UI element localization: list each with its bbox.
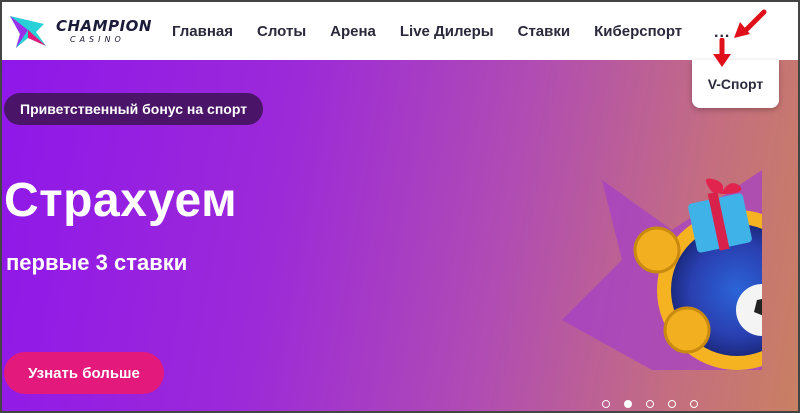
welcome-bonus-badge: Приветственный бонус на спорт	[4, 93, 264, 125]
main-nav: Главная Слоты Арена Live Дилеры Ставки К…	[172, 2, 706, 60]
carousel-dot[interactable]	[602, 400, 610, 408]
nav-item-esports[interactable]: Киберспорт	[594, 23, 682, 40]
carousel-dot-active[interactable]	[624, 400, 632, 408]
nav-item-home[interactable]: Главная	[172, 23, 233, 40]
logo[interactable]: CHAMPION CASINO	[6, 12, 156, 50]
dropdown-item-v-sport[interactable]: V-Спорт	[708, 76, 764, 92]
carousel-dot[interactable]	[690, 400, 698, 408]
learn-more-button[interactable]: Узнать больше	[4, 352, 164, 394]
logo-name: CHAMPION	[56, 17, 152, 35]
banner-subline: первые 3 ставки	[6, 250, 188, 275]
carousel-dots	[602, 400, 712, 408]
nav-item-slots[interactable]: Слоты	[257, 23, 306, 40]
annotation-arrow-icon	[734, 9, 767, 38]
nav-item-bets[interactable]: Ставки	[518, 23, 570, 40]
more-dropdown: V-Спорт	[692, 60, 779, 108]
carousel-dot[interactable]	[646, 400, 654, 408]
banner-illustration	[562, 170, 762, 370]
annotation-arrow-down-icon	[713, 38, 731, 67]
browser-frame: CHAMPION CASINO Главная Слоты Арена Live…	[0, 0, 800, 413]
logo-subtitle: CASINO	[70, 35, 125, 44]
promo-banner: Приветственный бонус на спорт Страхуем п…	[2, 60, 798, 411]
banner-headline: Страхуем	[4, 174, 238, 227]
nav-item-live-dealers[interactable]: Live Дилеры	[400, 23, 494, 40]
nav-item-arena[interactable]: Арена	[330, 23, 376, 40]
carousel-dot[interactable]	[668, 400, 676, 408]
logo-star-icon	[10, 16, 46, 48]
site-header: CHAMPION CASINO Главная Слоты Арена Live…	[2, 2, 798, 60]
